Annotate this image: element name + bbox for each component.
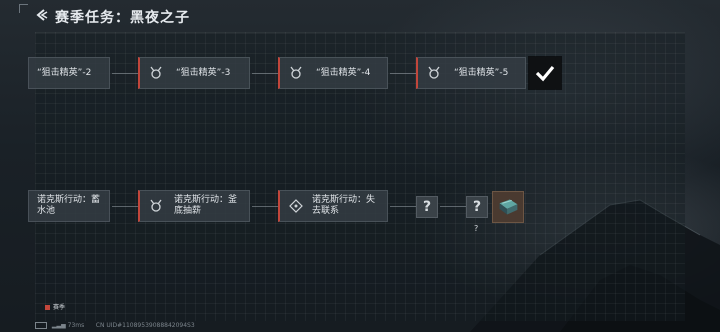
task-label: “狙击精英”-3 — [176, 68, 231, 78]
task-node-sniper-5[interactable]: “狙击精英”-5 — [416, 57, 526, 89]
task-node-nox-reservoir[interactable]: 诺克斯行动：蓄水池 — [28, 190, 110, 222]
uid-text: CN UID#11089539088842094S3 — [95, 322, 195, 329]
top-bar: 赛季任务：黑夜之子 — [0, 0, 720, 32]
battery-icon — [35, 322, 47, 329]
task-label: 诺克斯行动：蓄水池 — [37, 195, 101, 216]
task-label: “狙击精英”-2 — [37, 68, 92, 78]
task-node-sniper-2[interactable]: “狙击精英”-2 — [28, 57, 110, 89]
task-node-sniper-3[interactable]: “狙击精英”-3 — [138, 57, 250, 89]
bull-emblem-icon — [290, 66, 302, 79]
connector-line — [390, 206, 416, 207]
checkmark-icon — [535, 65, 555, 82]
unknown-task-box[interactable]: ? — [416, 196, 438, 218]
task-node-nox-drastic[interactable]: 诺克斯行动：釜底抽薪 — [138, 190, 250, 222]
crosshair-icon — [289, 199, 303, 213]
signal-icon: ▂▃▅ — [51, 322, 68, 329]
connector-line — [112, 206, 138, 207]
legend-label: 赛季 — [53, 304, 66, 311]
bull-emblem-icon — [150, 199, 162, 212]
task-node-sniper-4[interactable]: “狙击精英”-4 — [278, 57, 388, 89]
back-arrow-icon[interactable] — [35, 8, 49, 22]
task-label: 诺克斯行动：釜底抽薪 — [174, 195, 238, 216]
bull-emblem-icon — [150, 66, 162, 79]
task-node-nox-lost-contact[interactable]: 诺克斯行动：失去联系 — [278, 190, 388, 222]
connector-line — [252, 73, 278, 74]
legend-swatch — [45, 305, 50, 310]
connector-line — [440, 206, 466, 207]
completed-checkmark[interactable] — [529, 57, 561, 89]
unknown-task-box[interactable]: ? — [466, 196, 488, 218]
unknown-task-caption: ? — [474, 224, 479, 233]
connector-line — [112, 73, 138, 74]
corner-bracket — [19, 4, 28, 13]
legend: 赛季 — [45, 302, 65, 311]
task-label: “狙击精英”-4 — [316, 68, 371, 78]
connector-line — [390, 73, 416, 74]
task-label: 诺克斯行动：失去联系 — [312, 195, 376, 216]
status-bar: ▂▃▅ 73ms CN UID#11089539088842094S3 — [35, 322, 195, 329]
connector-line — [252, 206, 278, 207]
supply-crate-icon — [499, 199, 518, 215]
task-label: “狙击精英”-5 — [454, 68, 509, 78]
page-title: 赛季任务：黑夜之子 — [55, 10, 190, 26]
reward-item[interactable] — [492, 191, 524, 223]
ping-readout: 73ms — [67, 322, 85, 329]
bull-emblem-icon — [428, 66, 440, 79]
